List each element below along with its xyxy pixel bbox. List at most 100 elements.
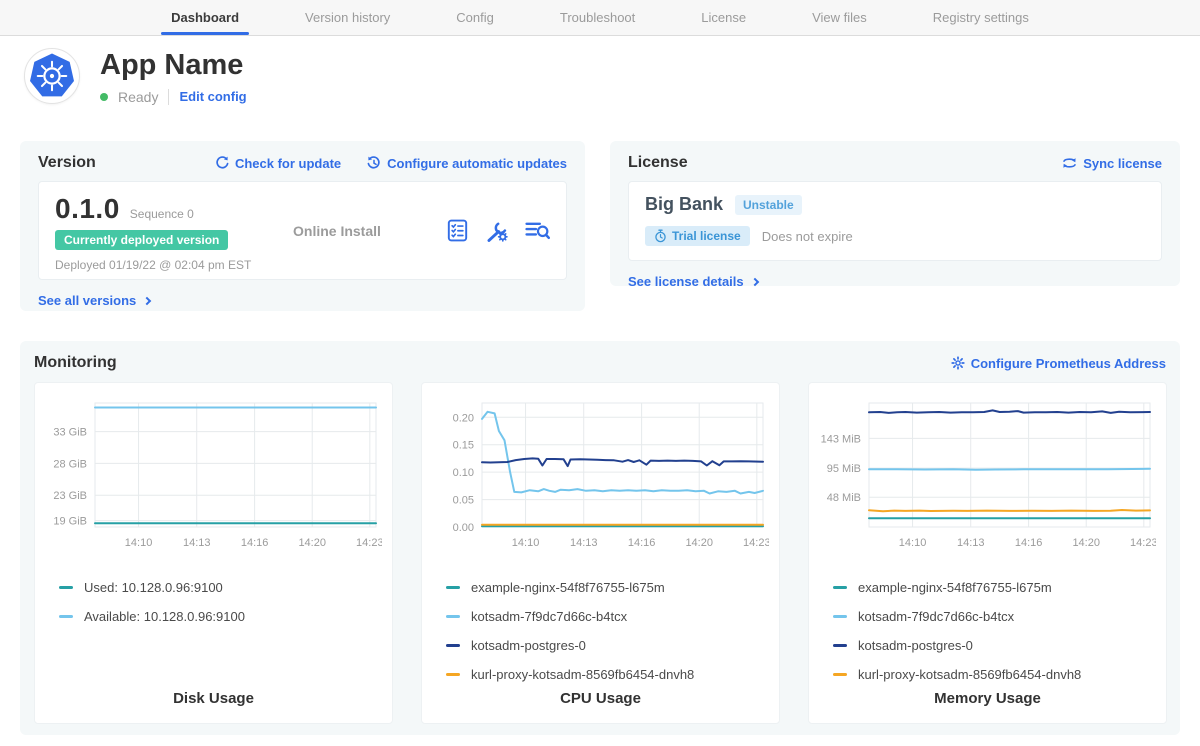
legend-label: Available: 10.128.0.96:9100 [84, 609, 245, 624]
chevron-right-icon [750, 277, 758, 285]
deployed-timestamp: Deployed 01/19/22 @ 02:04 pm EST [55, 258, 293, 272]
legend-item: kurl-proxy-kotsadm-8569fb6454-dnvh8 [821, 660, 1154, 689]
svg-text:0.10: 0.10 [453, 467, 474, 479]
cpu-usage-chart: 0.00 0.05 0.10 0.15 0.20 14:10 14:13 14:16 14:20… [434, 395, 769, 563]
check-for-update-link[interactable]: Check for update [215, 156, 341, 171]
disk-usage-legend: Used: 10.128.0.96:9100 Available: 10.128.… [47, 573, 380, 631]
see-license-details-link[interactable]: See license details [628, 274, 758, 289]
svg-text:14:16: 14:16 [628, 537, 656, 549]
legend-item: kotsadm-postgres-0 [434, 631, 767, 660]
memory-usage-panel: 48 MiB95 MiB143 MiB14:1014:1314:1614:201… [808, 382, 1167, 724]
customer-name: Big Bank [645, 194, 723, 215]
tab-config[interactable]: Config [452, 0, 498, 35]
svg-text:0.05: 0.05 [453, 495, 474, 507]
monitoring-title: Monitoring [34, 354, 117, 372]
sync-license-link[interactable]: Sync license [1062, 156, 1162, 171]
monitoring-section: Monitoring Configure Prometheus Address … [20, 341, 1180, 735]
tab-registry-settings[interactable]: Registry settings [929, 0, 1033, 35]
legend-swatch [833, 673, 847, 676]
install-type-label: Online Install [293, 193, 447, 268]
status-text: Ready [118, 89, 158, 105]
legend-swatch [446, 586, 460, 589]
svg-text:0.20: 0.20 [453, 412, 474, 424]
page-title: App Name [100, 50, 247, 82]
tab-dashboard[interactable]: Dashboard [167, 0, 243, 35]
memory-usage-chart: 48 MiB95 MiB143 MiB14:1014:1314:1614:201… [821, 395, 1156, 563]
svg-text:14:13: 14:13 [570, 537, 598, 549]
tab-license[interactable]: License [697, 0, 750, 35]
tab-view-files[interactable]: View files [808, 0, 871, 35]
sync-icon [1062, 156, 1077, 170]
svg-text:14:13: 14:13 [183, 537, 211, 549]
kubernetes-helm-icon [29, 53, 75, 99]
legend-label: example-nginx-54f8f76755-l675m [858, 580, 1052, 595]
license-type-badge: Trial license [645, 226, 750, 246]
legend-label: kurl-proxy-kotsadm-8569fb6454-dnvh8 [858, 667, 1081, 682]
cpu-usage-panel: 0.00 0.05 0.10 0.15 0.20 14:10 14:13 14:16 14:20… [421, 382, 780, 724]
version-card: Version Check for update Configure autom… [20, 141, 585, 311]
deployed-badge: Currently deployed version [55, 230, 228, 250]
legend-label: example-nginx-54f8f76755-l675m [471, 580, 665, 595]
disk-usage-chart: 19 GiB23 GiB28 GiB33 GiB14:1014:1314:161… [47, 395, 382, 563]
channel-badge: Unstable [735, 195, 802, 215]
version-number: 0.1.0 [55, 193, 120, 225]
top-navigation: Dashboard Version history Config Trouble… [0, 0, 1200, 36]
svg-text:33 GiB: 33 GiB [53, 427, 87, 439]
status-dot-icon [100, 93, 108, 101]
svg-text:14:16: 14:16 [241, 537, 269, 549]
app-header-text: App Name Ready Edit config [100, 48, 247, 105]
svg-text:14:13: 14:13 [957, 537, 985, 549]
legend-swatch [833, 615, 847, 618]
edit-config-link[interactable]: Edit config [179, 89, 246, 104]
version-card-title: Version [38, 154, 96, 172]
legend-item: kotsadm-7f9dc7d66c-b4tcx [434, 602, 767, 631]
deployed-version-panel: 0.1.0 Sequence 0 Currently deployed vers… [38, 181, 567, 280]
stopwatch-icon [654, 229, 667, 243]
preflight-checklist-icon[interactable] [447, 219, 468, 242]
legend-label: kurl-proxy-kotsadm-8569fb6454-dnvh8 [471, 667, 694, 682]
cpu-usage-title: CPU Usage [434, 690, 767, 713]
legend-item: kurl-proxy-kotsadm-8569fb6454-dnvh8 [434, 660, 767, 689]
legend-item: kotsadm-7f9dc7d66c-b4tcx [821, 602, 1154, 631]
svg-text:14:20: 14:20 [298, 537, 326, 549]
svg-text:0.15: 0.15 [453, 440, 474, 452]
svg-text:14:20: 14:20 [1072, 537, 1100, 549]
clock-refresh-icon [367, 156, 381, 170]
svg-text:14:10: 14:10 [512, 537, 540, 549]
svg-text:14:23: 14:23 [356, 537, 382, 549]
legend-label: kotsadm-postgres-0 [858, 638, 973, 653]
tab-troubleshoot[interactable]: Troubleshoot [556, 0, 639, 35]
edit-config-wrench-icon[interactable] [485, 219, 508, 242]
svg-text:14:10: 14:10 [899, 537, 927, 549]
legend-item: example-nginx-54f8f76755-l675m [434, 573, 767, 602]
chevron-right-icon [143, 296, 151, 304]
legend-swatch [446, 673, 460, 676]
legend-swatch [446, 615, 460, 618]
svg-text:143 MiB: 143 MiB [821, 433, 861, 445]
configure-auto-updates-link[interactable]: Configure automatic updates [367, 156, 567, 171]
svg-text:14:23: 14:23 [1130, 537, 1156, 549]
legend-item: example-nginx-54f8f76755-l675m [821, 573, 1154, 602]
see-all-versions-link[interactable]: See all versions [38, 293, 150, 308]
license-card-title: License [628, 154, 688, 172]
cpu-usage-legend: example-nginx-54f8f76755-l675m kotsadm-7f… [434, 573, 767, 689]
legend-swatch [833, 644, 847, 647]
memory-usage-legend: example-nginx-54f8f76755-l675m kotsadm-7f… [821, 573, 1154, 689]
refresh-icon [215, 156, 229, 170]
svg-text:14:20: 14:20 [685, 537, 713, 549]
svg-text:0.00: 0.00 [453, 522, 474, 534]
disk-usage-title: Disk Usage [47, 690, 380, 713]
legend-item: kotsadm-postgres-0 [821, 631, 1154, 660]
expiry-text: Does not expire [762, 229, 853, 244]
app-header: App Name Ready Edit config [24, 48, 247, 105]
legend-label: kotsadm-postgres-0 [471, 638, 586, 653]
legend-swatch [446, 644, 460, 647]
svg-text:23 GiB: 23 GiB [53, 490, 87, 502]
legend-label: kotsadm-7f9dc7d66c-b4tcx [858, 609, 1014, 624]
tab-version-history[interactable]: Version history [301, 0, 394, 35]
view-logs-icon[interactable] [525, 220, 550, 241]
configure-prometheus-link[interactable]: Configure Prometheus Address [951, 356, 1166, 371]
legend-item: Used: 10.128.0.96:9100 [47, 573, 380, 602]
legend-swatch [833, 586, 847, 589]
divider [168, 89, 169, 105]
